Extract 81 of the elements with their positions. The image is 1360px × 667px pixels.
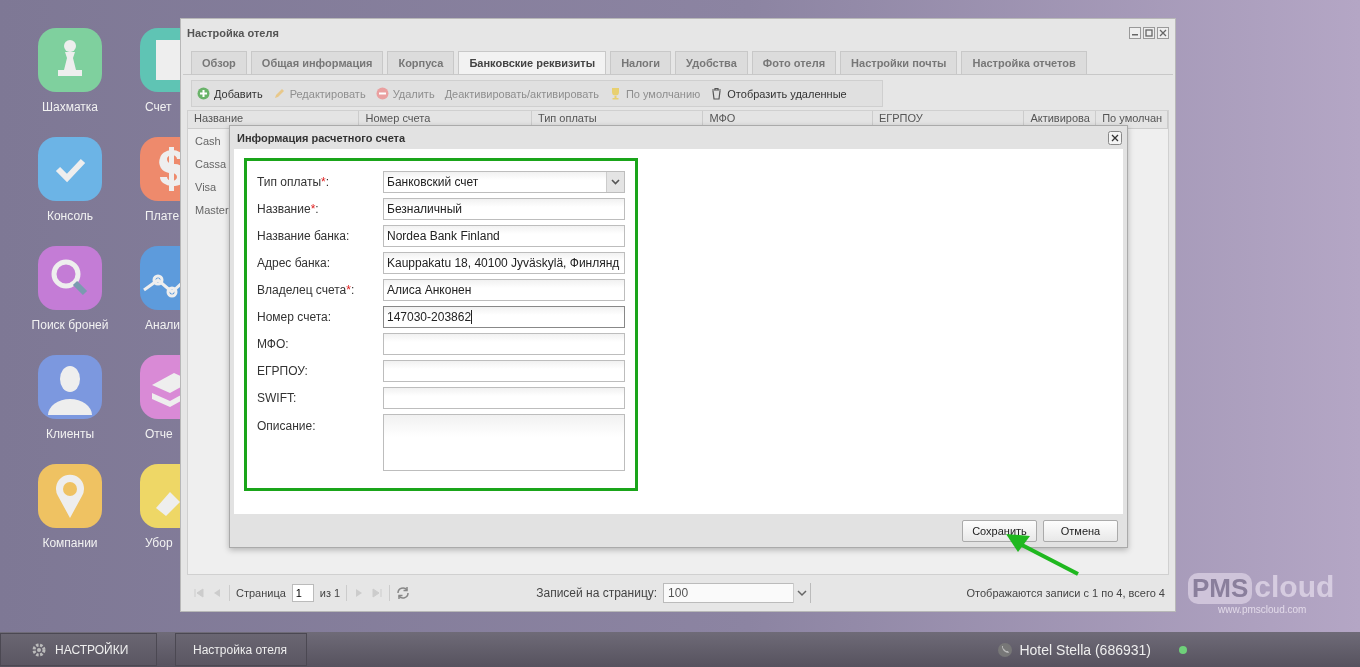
input-field[interactable]	[383, 387, 625, 409]
app-label[interactable]: Шахматка	[42, 100, 98, 114]
app-label[interactable]: Плате	[145, 209, 180, 223]
page-count: из 1	[319, 587, 341, 599]
minus-circle-icon	[375, 87, 389, 100]
input-field[interactable]: Алиса Анконен	[383, 279, 625, 301]
app-label[interactable]: Поиск броней	[31, 318, 109, 332]
field-label: Название банка:	[257, 229, 351, 243]
plus-circle-icon	[197, 87, 210, 100]
app-label[interactable]: Анали	[145, 318, 180, 332]
tab[interactable]: Общая информация	[250, 51, 384, 74]
checkmark-icon[interactable]	[38, 137, 102, 201]
tab[interactable]: Корпуса	[387, 51, 455, 74]
hotel-name: Hotel Stella (686931)	[1019, 641, 1151, 658]
app-label[interactable]: Отче	[145, 427, 173, 441]
toolbar-button[interactable]: Добавить	[192, 82, 268, 105]
select-field[interactable]: Банковский счет	[383, 171, 625, 193]
tab[interactable]: Настройки почты	[840, 51, 958, 74]
app-label[interactable]: Клиенты	[45, 427, 95, 441]
dialog-button[interactable]: Отмена	[1043, 519, 1118, 542]
field-label: МФО:	[257, 337, 290, 351]
books-icon[interactable]	[140, 355, 180, 419]
phone-icon	[997, 641, 1014, 658]
window-title: Настройка отеля	[187, 27, 279, 39]
input-field[interactable]: Nordea Bank Finland	[383, 225, 625, 247]
input-field[interactable]: Безналичный	[383, 198, 625, 220]
toolbar-button[interactable]: Отобразить удаленные	[705, 82, 852, 105]
person-icon[interactable]	[38, 355, 102, 419]
start-button[interactable]: НАСТРОЙКИ	[0, 633, 157, 666]
map-pin-icon[interactable]	[38, 464, 102, 528]
gear-icon	[31, 641, 47, 658]
text-area[interactable]	[383, 414, 625, 471]
input-field[interactable]	[383, 360, 625, 382]
logo-url: www.pmscloud.com	[1217, 604, 1308, 615]
table-cell-text: Cash	[194, 134, 221, 147]
field-label: SWIFT:	[257, 391, 298, 405]
tab[interactable]: Налоги	[610, 51, 672, 74]
page-size-dropdown[interactable]: 100	[663, 583, 812, 603]
table-cell-text: Visa	[194, 180, 217, 193]
records-summary: Отображаются записи с 1 по 4, всего 4	[966, 587, 1165, 599]
taskbar-item[interactable]: Настройка отеля	[175, 633, 307, 666]
field-label: Название*:	[257, 202, 320, 216]
search-icon[interactable]	[38, 246, 102, 310]
app-label[interactable]: Убор	[145, 536, 173, 550]
table-cell-text: Cassa	[194, 157, 227, 170]
pawn-icon[interactable]	[38, 28, 102, 92]
input-field[interactable]	[383, 333, 625, 355]
app-label[interactable]: Компании	[42, 536, 98, 550]
app-label[interactable]: Консоль	[46, 209, 94, 223]
logo-text: PMS	[1188, 573, 1253, 604]
page-label: Страница	[236, 587, 286, 599]
field-label: Тип оплаты*:	[257, 175, 331, 189]
page-field[interactable]: 1	[291, 584, 314, 602]
caret-icon[interactable]	[606, 172, 624, 192]
line-chart-icon[interactable]	[140, 246, 180, 310]
input-field[interactable]: 147030-203862	[383, 306, 625, 328]
field-label: ЕГРПОУ:	[257, 364, 309, 378]
trash-icon	[710, 87, 724, 100]
field-label: Владелец счета*:	[257, 283, 356, 297]
minimize-icon[interactable]	[1129, 27, 1141, 39]
close-icon[interactable]	[1157, 27, 1169, 39]
refresh-icon[interactable]	[396, 586, 411, 600]
close-icon[interactable]	[1108, 130, 1122, 145]
tab[interactable]: Настройка отчетов	[961, 51, 1087, 74]
page-size-label: Записей на страницу:	[536, 586, 658, 600]
dialog-title: Информация расчетного счета	[237, 131, 406, 144]
dollar-icon[interactable]	[140, 137, 180, 201]
tab[interactable]: Удобства	[675, 51, 748, 74]
tab[interactable]: Обзор	[191, 51, 247, 74]
field-label: Номер счета:	[257, 310, 333, 324]
maximize-icon[interactable]	[1143, 27, 1155, 39]
field-label: Адрес банка:	[257, 256, 332, 270]
table-cell-text: Master	[194, 203, 229, 216]
tab[interactable]: Банковские реквизиты	[458, 51, 607, 74]
input-field[interactable]: Kauppakatu 18, 40100 Jyväskylä, Финлянд	[383, 252, 625, 274]
field-label: Описание:	[257, 418, 317, 433]
tab[interactable]: Фото отеля	[751, 51, 837, 74]
pencil-icon	[272, 87, 286, 100]
document-icon[interactable]	[140, 28, 180, 92]
app-label[interactable]: Счет	[145, 100, 172, 114]
dialog-button[interactable]: Сохранить	[962, 519, 1037, 542]
